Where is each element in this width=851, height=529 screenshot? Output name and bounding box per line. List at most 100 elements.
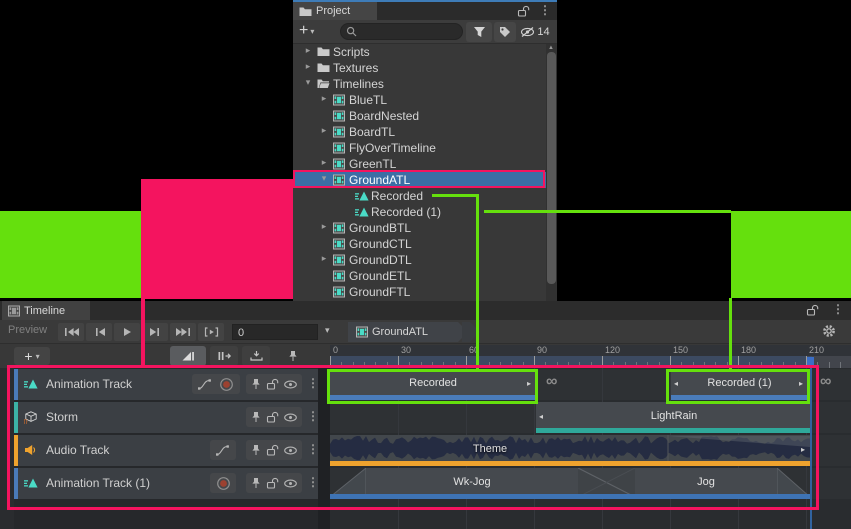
search-input[interactable] (357, 25, 451, 39)
tree-item-groundatl[interactable]: ▾GroundATL (293, 172, 546, 188)
eye-toggle[interactable] (283, 412, 298, 423)
ease-out-segment[interactable] (777, 468, 810, 499)
tree-item-grounddtl[interactable]: ▸GroundDTL (293, 252, 546, 268)
tree-item-textures[interactable]: ▸ Textures (293, 60, 546, 76)
add-asset-button[interactable]: + ▾ (299, 24, 314, 38)
tree-item-groundftl[interactable]: GroundFTL (293, 284, 546, 300)
lock-toggle[interactable] (266, 411, 279, 423)
tree-item-groundetl[interactable]: GroundETL (293, 268, 546, 284)
track-header-3[interactable]: Audio Track⋮ (14, 435, 318, 466)
preview-toggle[interactable]: Preview (8, 324, 47, 336)
chevron-down-icon[interactable]: ▾ (303, 77, 313, 88)
tree-item-recorded[interactable]: Recorded (293, 188, 546, 204)
add-track-button[interactable]: + ▾ (14, 347, 50, 365)
search-by-type-button[interactable] (466, 22, 492, 42)
tab-project[interactable]: Project (293, 2, 377, 20)
clip-right-edge[interactable]: ▸ (799, 379, 803, 388)
clip-jog[interactable]: Jog (635, 468, 777, 499)
ripple-mode-button[interactable] (210, 346, 238, 366)
eye-toggle[interactable] (283, 445, 298, 456)
playhead-marker[interactable] (807, 357, 814, 367)
search-by-label-button[interactable] (494, 22, 516, 42)
lock-toggle[interactable] (266, 477, 279, 489)
lock-icon[interactable] (517, 5, 530, 17)
track-kebab-icon[interactable]: ⋮ (307, 475, 319, 489)
frame-field[interactable]: 0 (232, 324, 318, 340)
tree-item-label: Textures (333, 61, 378, 75)
clip-recorded[interactable]: Recorded▸ (330, 369, 536, 400)
track-kebab-icon[interactable]: ⋮ (307, 376, 319, 390)
skip-start-button[interactable] (58, 323, 84, 341)
skip-end-button[interactable] (170, 323, 196, 341)
project-scrollbar[interactable]: ▲ (546, 44, 557, 301)
clip-right-edge[interactable]: ▸ (801, 445, 805, 454)
track-header-1[interactable]: Animation Track⋮ (14, 369, 318, 400)
lock-toggle[interactable] (266, 444, 279, 456)
pin-mode-button[interactable] (284, 346, 302, 366)
search-field[interactable] (340, 23, 463, 40)
step-back-button[interactable] (86, 323, 112, 341)
chevron-right-icon[interactable]: ▸ (319, 157, 329, 168)
track-kebab-icon[interactable]: ⋮ (307, 442, 319, 456)
tree-item-timelines[interactable]: ▾Timelines (293, 76, 546, 92)
track-header-2[interactable]: {}Storm⋮ (14, 402, 318, 433)
tree-item-groundctl[interactable]: GroundCTL (293, 236, 546, 252)
clip-right-edge[interactable]: ▸ (527, 379, 531, 388)
play-button[interactable] (114, 323, 140, 341)
pin-toggle[interactable] (250, 378, 262, 390)
tree-item-flyovertimeline[interactable]: FlyOverTimeline (293, 140, 546, 156)
caret-down-icon[interactable]: ▾ (325, 325, 330, 336)
clip-theme[interactable]: Theme▸ (330, 435, 810, 466)
clip-left-edge[interactable]: ◂ (674, 379, 678, 388)
hidden-count-button[interactable]: 14 (518, 22, 552, 42)
playhead-line[interactable] (810, 368, 812, 529)
crossfade-segment[interactable] (578, 468, 635, 499)
eye-toggle[interactable] (283, 478, 298, 489)
ruler-label: 0 (333, 345, 338, 355)
pin-toggle[interactable] (250, 411, 262, 423)
mix-mode-button[interactable] (170, 346, 206, 366)
lock-toggle[interactable] (266, 378, 279, 390)
tree-item-bluetl[interactable]: ▸BlueTL (293, 92, 546, 108)
pin-toggle[interactable] (250, 444, 262, 456)
track-kebab-icon[interactable]: ⋮ (307, 409, 319, 423)
chevron-right-icon[interactable]: ▸ (303, 45, 313, 56)
clip-lightrain[interactable]: LightRain◂ (536, 402, 812, 433)
gear-icon[interactable] (822, 324, 840, 340)
breadcrumb[interactable]: GroundATL (348, 322, 468, 342)
eye-toggle[interactable] (283, 379, 298, 390)
chevron-right-icon[interactable]: ▸ (319, 125, 329, 136)
clip-wk-jog[interactable]: Wk-Jog (366, 468, 578, 499)
step-fwd-button[interactable] (142, 323, 168, 341)
tree-item-groundbtl[interactable]: ▸GroundBTL (293, 220, 546, 236)
kebab-icon[interactable]: ⋮ (832, 302, 844, 316)
pin-toggle[interactable] (250, 477, 262, 489)
record-button[interactable] (216, 476, 231, 491)
chevron-right-icon[interactable]: ▸ (319, 93, 329, 104)
track-header-4[interactable]: Animation Track (1)⋮ (14, 468, 318, 499)
chevron-right-icon[interactable]: ▸ (303, 61, 313, 72)
tab-timeline[interactable]: Timeline (2, 301, 90, 320)
play-range-button[interactable] (198, 323, 224, 341)
chevron-right-icon[interactable]: ▸ (319, 253, 329, 264)
ease-in-segment[interactable] (330, 468, 366, 499)
record-button[interactable] (219, 377, 234, 392)
lock-icon[interactable] (806, 304, 819, 316)
timeline-ruler[interactable]: 0306090120150180210 (330, 345, 851, 368)
tree-item-boardnested[interactable]: BoardNested (293, 108, 546, 124)
scrollbar-thumb[interactable] (547, 52, 556, 284)
tree-item-greentl[interactable]: ▸GreenTL (293, 156, 546, 172)
tree-item-boardtl[interactable]: ▸BoardTL (293, 124, 546, 140)
replace-mode-button[interactable] (242, 346, 270, 366)
clip-recorded-1-[interactable]: Recorded (1)◂▸ (671, 369, 808, 400)
clip-left-edge[interactable]: ◂ (539, 412, 543, 421)
tree-item-recorded-1-[interactable]: Recorded (1) (293, 204, 546, 220)
chevron-right-icon[interactable]: ▸ (319, 221, 329, 232)
chevron-down-icon[interactable]: ▾ (319, 173, 329, 184)
kebab-icon[interactable]: ⋮ (539, 3, 551, 17)
curves-button[interactable] (216, 445, 230, 456)
ruler-major-tick (534, 356, 535, 368)
tree-item-scripts[interactable]: ▸Scripts (293, 44, 546, 60)
curves-button[interactable] (198, 379, 212, 390)
scroll-up-icon[interactable]: ▲ (548, 45, 554, 51)
